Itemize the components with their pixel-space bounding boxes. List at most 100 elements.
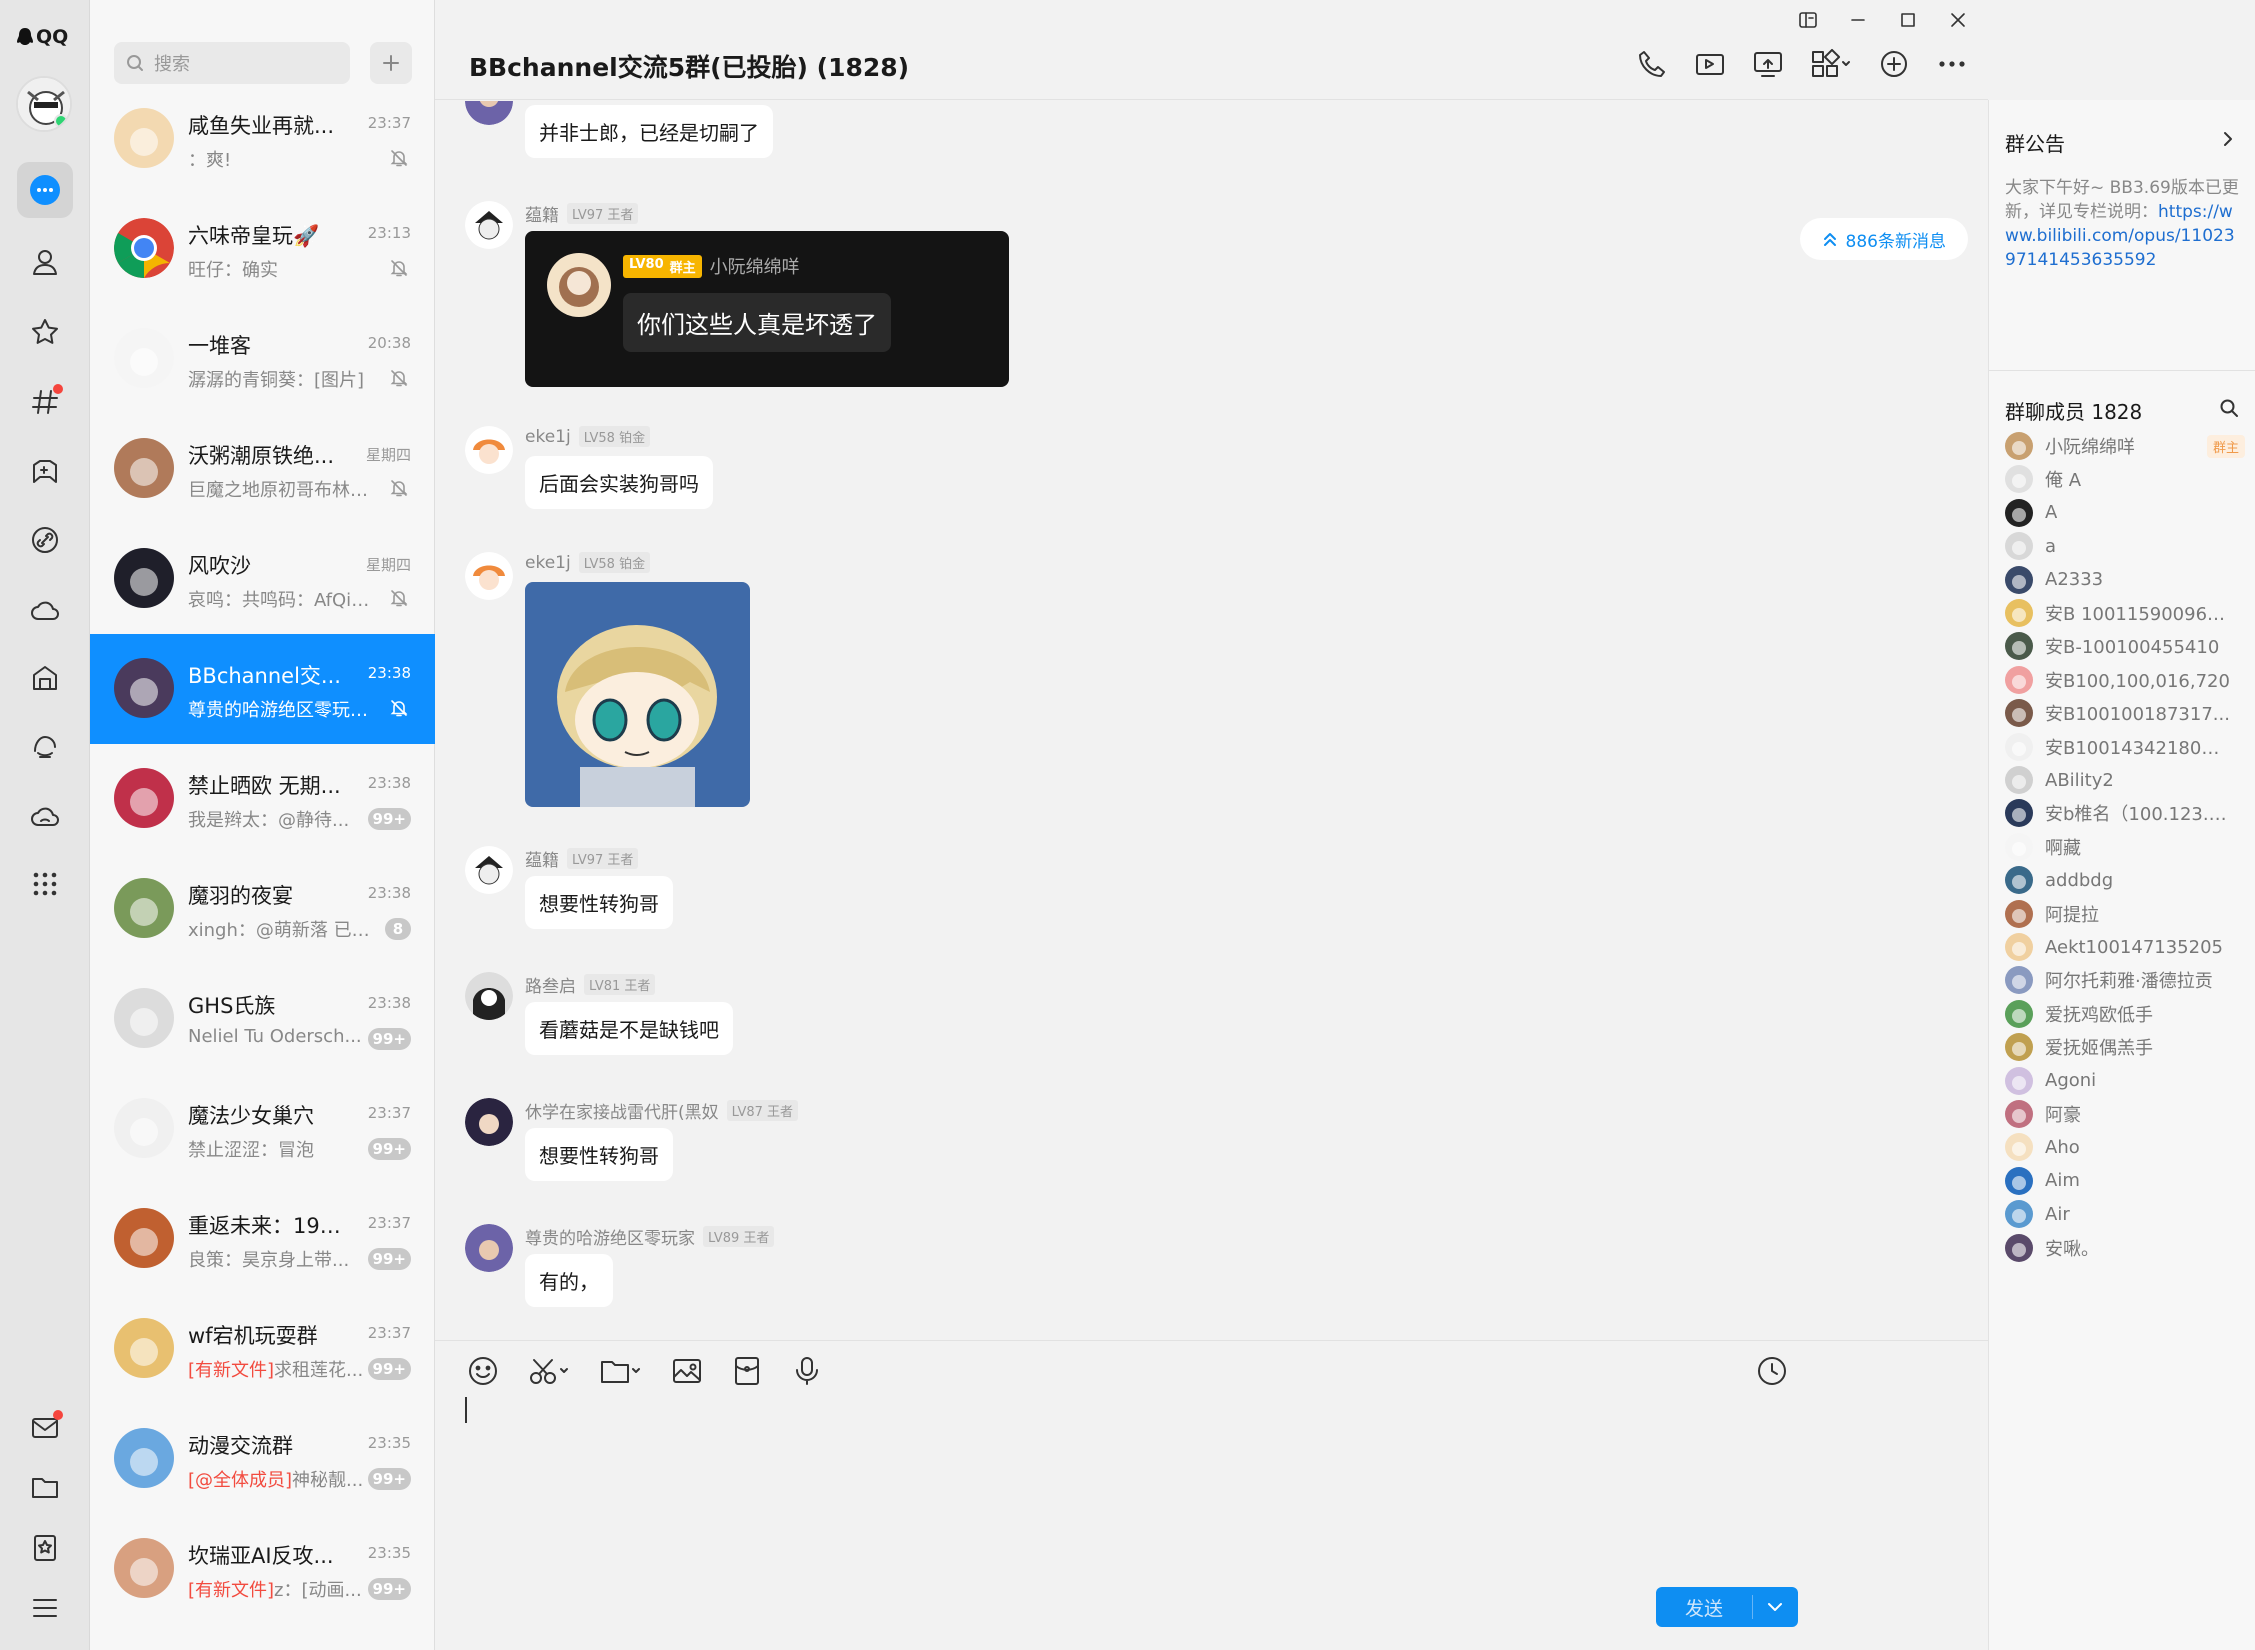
add-button[interactable]: [370, 42, 412, 84]
member-item[interactable]: Air: [2005, 1197, 2245, 1231]
weather-icon[interactable]: [17, 582, 73, 638]
send-button[interactable]: 发送: [1656, 1587, 1798, 1627]
conversation-item[interactable]: 咸鱼失业再就... 23:37 ：爽!: [90, 84, 435, 194]
sender-name[interactable]: 蕴籍: [525, 201, 559, 226]
avatar[interactable]: [465, 846, 513, 894]
member-item[interactable]: 啊藏: [2005, 830, 2245, 864]
contacts-icon[interactable]: [17, 234, 73, 290]
conversation-item[interactable]: 动漫交流群 23:35 [@全体成员]神秘靓... 99+: [90, 1404, 435, 1514]
mail-icon[interactable]: [17, 1400, 73, 1456]
home-icon[interactable]: [17, 650, 73, 706]
channels-icon[interactable]: [17, 374, 73, 430]
member-item[interactable]: 安B100,100,016,720: [2005, 663, 2245, 697]
sender-name[interactable]: 蕴籍: [525, 846, 559, 871]
close-icon[interactable]: [1948, 10, 1968, 30]
user-avatar[interactable]: [16, 76, 72, 132]
chevron-right-icon[interactable]: [2219, 130, 2237, 148]
add-member-icon[interactable]: [1878, 48, 1910, 80]
avatar[interactable]: [465, 201, 513, 249]
avatar[interactable]: [465, 972, 513, 1020]
video-call-icon[interactable]: [1694, 48, 1726, 80]
member-item[interactable]: 安B 100115900961 ...: [2005, 596, 2245, 630]
member-item[interactable]: 小阮绵绵咩 群主: [2005, 429, 2245, 463]
member-item[interactable]: addbdg: [2005, 863, 2245, 897]
folder-icon[interactable]: [17, 1460, 73, 1516]
sender-name[interactable]: eke1j: [525, 427, 571, 447]
message-bubble[interactable]: 并非士郎，已经是切嗣了: [525, 105, 773, 158]
minimize-icon[interactable]: [1848, 10, 1868, 30]
more-icon[interactable]: [1936, 48, 1968, 80]
conversation-item[interactable]: 重返未来：199... 23:37 良策：昊京身上带... 99+: [90, 1184, 435, 1294]
text-cursor[interactable]: [465, 1397, 467, 1423]
member-item[interactable]: 阿豪: [2005, 1097, 2245, 1131]
link-icon[interactable]: [17, 512, 73, 568]
member-item[interactable]: A2333: [2005, 563, 2245, 597]
message-bubble[interactable]: 想要性转狗哥: [525, 876, 673, 929]
message-bubble[interactable]: 有的，: [525, 1254, 613, 1307]
conversation-item[interactable]: wf宕机玩耍群 23:37 [有新文件]求租莲花... 99+: [90, 1294, 435, 1404]
member-item[interactable]: a: [2005, 529, 2245, 563]
history-clock-icon[interactable]: [1756, 1355, 1788, 1387]
member-item[interactable]: Aekt100147135205: [2005, 930, 2245, 964]
conversation-item[interactable]: 禁止晒欧 无期... 23:38 我是辫太：@静待... 99+: [90, 744, 435, 854]
member-item[interactable]: Aim: [2005, 1164, 2245, 1198]
member-item[interactable]: 安啾。: [2005, 1231, 2245, 1265]
member-item[interactable]: 阿提拉: [2005, 897, 2245, 931]
conversation-item[interactable]: 魔法少女巢穴 23:37 禁止涩涩：冒泡 99+: [90, 1074, 435, 1184]
announcement-title[interactable]: 群公告: [2005, 128, 2065, 157]
tencent-icon[interactable]: [17, 718, 73, 774]
screen-share-icon[interactable]: [1752, 48, 1784, 80]
favorites-icon[interactable]: [17, 304, 73, 360]
avatar[interactable]: [465, 1098, 513, 1146]
message-bubble[interactable]: 想要性转狗哥: [525, 1128, 673, 1181]
member-item[interactable]: 安B-100100455410: [2005, 629, 2245, 663]
member-item[interactable]: ABility2: [2005, 763, 2245, 797]
image-message[interactable]: [525, 582, 750, 807]
sender-name[interactable]: eke1j: [525, 553, 571, 573]
bookmark-icon[interactable]: [17, 1520, 73, 1576]
member-item[interactable]: 安B100143421800 ...: [2005, 730, 2245, 764]
maximize-icon[interactable]: [1898, 10, 1918, 30]
member-item[interactable]: A: [2005, 496, 2245, 530]
conversation-item[interactable]: 魔羽的夜宴 23:38 xingh：@萌新落 已经... 8: [90, 854, 435, 964]
sender-name[interactable]: 休学在家接战雷代肝(黑奴: [525, 1098, 719, 1123]
search-icon[interactable]: [2219, 398, 2239, 418]
conversation-item[interactable]: BBchannel交... 23:38 尊贵的哈游绝区零玩家...: [90, 634, 435, 744]
avatar[interactable]: [465, 101, 513, 125]
games-icon[interactable]: [17, 444, 73, 500]
conversation-item[interactable]: GHS氏族 23:38 Neliel Tu Odersch... 99+: [90, 964, 435, 1074]
conversation-item[interactable]: 风吹沙 星期四 哀鸣：共鸣码：AfQiJA...: [90, 524, 435, 634]
member-item[interactable]: Aho: [2005, 1130, 2245, 1164]
microphone-icon[interactable]: [791, 1355, 823, 1387]
conversation-item[interactable]: 坎瑞亚AI反攻... 23:35 [有新文件]z：[动画... 99+: [90, 1514, 435, 1624]
member-item[interactable]: 安B100100187317...: [2005, 696, 2245, 730]
avatar[interactable]: [465, 426, 513, 474]
red-packet-icon[interactable]: [731, 1355, 763, 1387]
folder-icon[interactable]: [599, 1355, 643, 1387]
phone-icon[interactable]: [1636, 48, 1668, 80]
apps-menu-icon[interactable]: [1810, 48, 1852, 80]
search-input[interactable]: 搜索: [114, 42, 350, 84]
announcement-body[interactable]: 大家下午好~ BB3.69版本已更新，详见专栏说明：https://www.bi…: [2005, 176, 2243, 272]
new-messages-button[interactable]: 886条新消息: [1799, 218, 1968, 260]
pin-window-icon[interactable]: [1798, 10, 1818, 30]
avatar[interactable]: [465, 552, 513, 600]
chevron-down-icon[interactable]: [1753, 1597, 1797, 1617]
conversation-item[interactable]: 六味帝皇玩🚀 23:13 旺仔：确实: [90, 194, 435, 304]
member-item[interactable]: 安b椎名（100.123.8...: [2005, 796, 2245, 830]
quoted-card[interactable]: LV80 群主 小阮绵绵咩 你们这些人真是坏透了: [525, 231, 1009, 387]
conversation-item[interactable]: 沃粥潮原铁绝... 星期四 巨魔之地原初哥布林：...: [90, 414, 435, 524]
message-bubble[interactable]: 看蘑菇是不是缺钱吧: [525, 1002, 733, 1055]
member-item[interactable]: 爱抚鸡欧低手: [2005, 997, 2245, 1031]
sender-name[interactable]: 尊贵的哈游绝区零玩家: [525, 1224, 695, 1249]
apps-icon[interactable]: [17, 856, 73, 912]
member-item[interactable]: 阿尔托莉雅·潘德拉贡: [2005, 963, 2245, 997]
member-item[interactable]: 爱抚姬偶羔手: [2005, 1030, 2245, 1064]
menu-icon[interactable]: [17, 1580, 73, 1636]
cloud-icon[interactable]: [17, 788, 73, 844]
emoji-icon[interactable]: [467, 1355, 499, 1387]
member-item[interactable]: Agoni: [2005, 1064, 2245, 1098]
member-item[interactable]: 俺 A: [2005, 462, 2245, 496]
sender-name[interactable]: 路叁启: [525, 972, 576, 997]
conversation-item[interactable]: 一堆客 20:38 潺潺的青铜葵：[图片]: [90, 304, 435, 414]
